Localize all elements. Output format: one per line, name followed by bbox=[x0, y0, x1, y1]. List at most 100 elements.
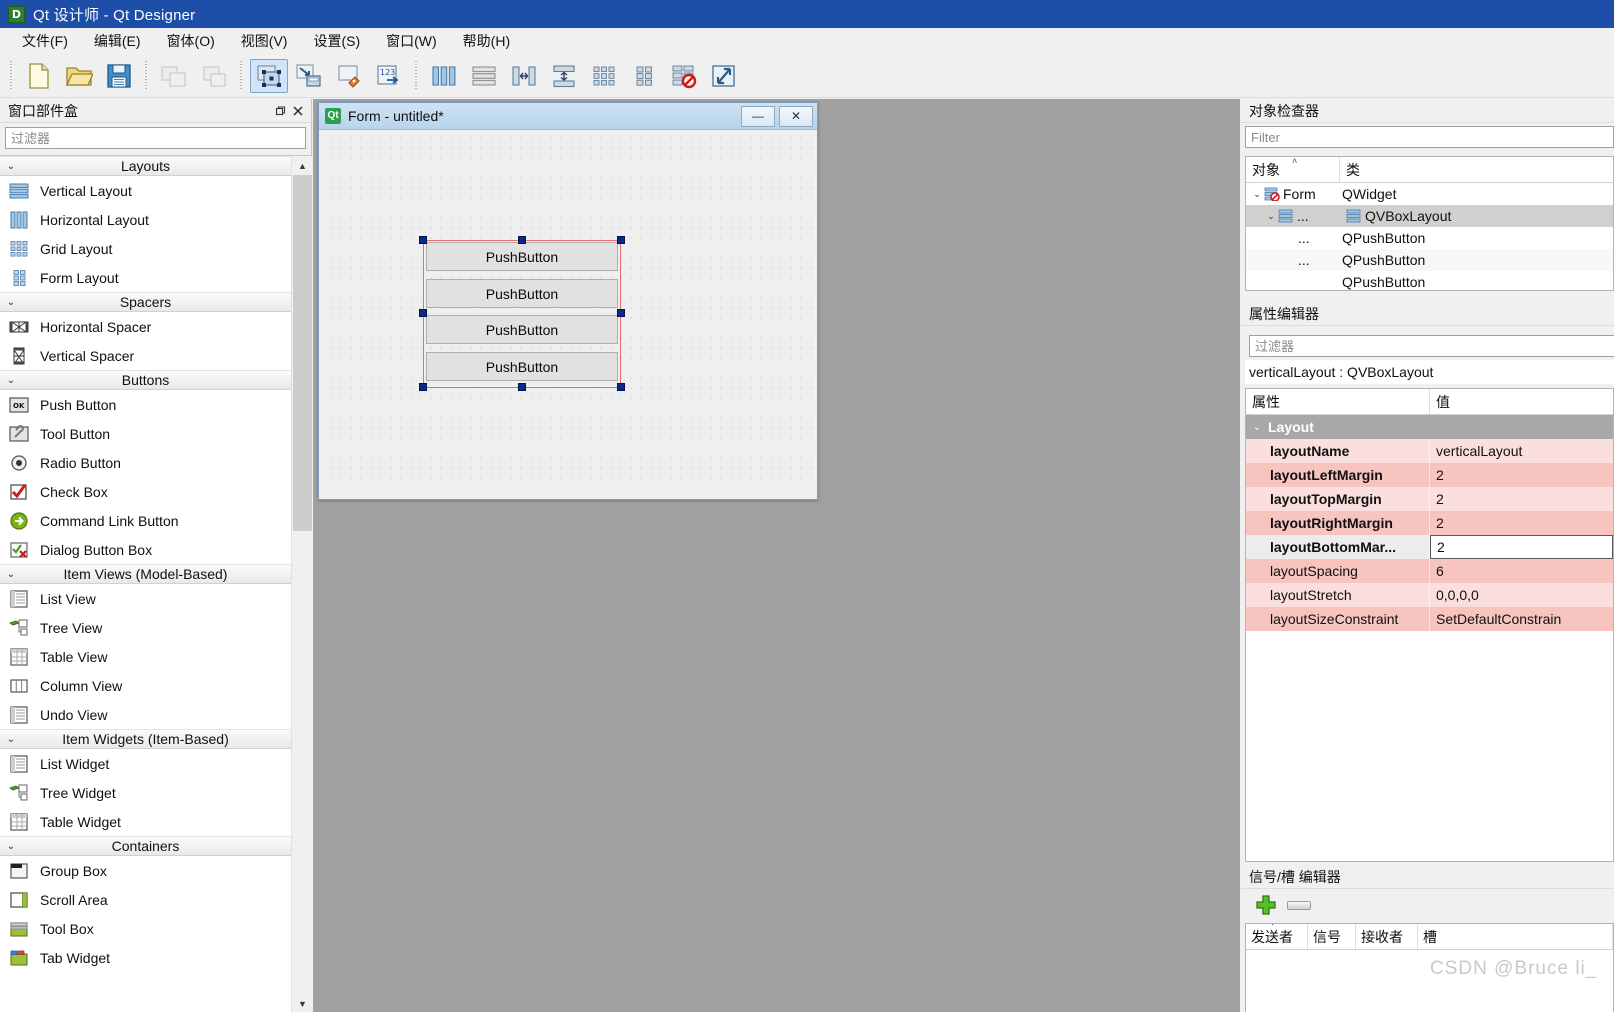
widget-box-filter[interactable] bbox=[5, 127, 306, 149]
adjust-size-button[interactable] bbox=[705, 59, 743, 93]
property-row-layoutbottommargin[interactable]: layoutBottomMar... 2 bbox=[1246, 535, 1613, 559]
property-row-layoutstretch[interactable]: layoutStretch 0,0,0,0 bbox=[1246, 583, 1613, 607]
form-push-button-2[interactable]: PushButton bbox=[426, 279, 618, 308]
widget-item-grid-layout[interactable]: Grid Layout bbox=[0, 234, 291, 263]
widget-category-containers[interactable]: ⌄ Containers bbox=[0, 836, 291, 856]
widget-item-tab-widget[interactable]: Tab Widget bbox=[0, 943, 291, 972]
widget-item-vertical-layout[interactable]: Vertical Layout bbox=[0, 176, 291, 205]
tree-row-pushbutton-3[interactable]: QPushButton bbox=[1246, 271, 1613, 290]
widget-item-dialog-button-box[interactable]: Dialog Button Box bbox=[0, 535, 291, 564]
resize-handle-top-left[interactable] bbox=[419, 236, 427, 244]
minus-icon[interactable] bbox=[1287, 900, 1311, 910]
toolbar-grip-2[interactable] bbox=[143, 60, 150, 91]
tree-row-pushbutton-1[interactable]: ... QPushButton bbox=[1246, 227, 1613, 249]
open-file-button[interactable] bbox=[60, 59, 98, 93]
toolbar-grip-3[interactable] bbox=[238, 60, 245, 91]
widget-item-list-widget[interactable]: List Widget bbox=[0, 749, 291, 778]
float-icon[interactable] bbox=[271, 102, 289, 120]
break-layout-button[interactable] bbox=[665, 59, 703, 93]
tree-row-form[interactable]: ⌄ Form QWidget bbox=[1246, 183, 1613, 205]
resize-handle-top-right[interactable] bbox=[617, 236, 625, 244]
resize-handle-middle-left[interactable] bbox=[419, 309, 427, 317]
scroll-up-icon[interactable]: ▲ bbox=[292, 156, 312, 175]
widget-category-layouts[interactable]: ⌄ Layouts bbox=[0, 156, 291, 176]
property-group-layout[interactable]: ⌄ Layout bbox=[1246, 415, 1613, 439]
property-row-layoutsizeconstraint[interactable]: layoutSizeConstraint SetDefaultConstrain bbox=[1246, 607, 1613, 631]
layout-vertical-splitter-button[interactable] bbox=[545, 59, 583, 93]
property-value[interactable]: 0,0,0,0 bbox=[1430, 583, 1613, 607]
property-value[interactable]: 2 bbox=[1430, 463, 1613, 487]
widget-box-filter-input[interactable] bbox=[11, 130, 300, 146]
layout-vertically-button[interactable] bbox=[465, 59, 503, 93]
property-value[interactable]: 2 bbox=[1430, 487, 1613, 511]
tree-row-pushbutton-2[interactable]: ... QPushButton bbox=[1246, 249, 1613, 271]
resize-handle-bottom-left[interactable] bbox=[419, 383, 427, 391]
widget-item-push-button[interactable]: OK Push Button bbox=[0, 390, 291, 419]
widget-item-command-link-button[interactable]: Command Link Button bbox=[0, 506, 291, 535]
layout-form-button[interactable] bbox=[625, 59, 663, 93]
menu-help[interactable]: 帮助(H) bbox=[451, 28, 522, 54]
edit-signals-slots-button[interactable] bbox=[290, 59, 328, 93]
form-push-button-3[interactable]: PushButton bbox=[426, 315, 618, 344]
widget-category-item-widgets[interactable]: ⌄ Item Widgets (Item-Based) bbox=[0, 729, 291, 749]
widget-item-tree-widget[interactable]: Tree Widget bbox=[0, 778, 291, 807]
menu-file[interactable]: 文件(F) bbox=[10, 28, 80, 54]
widget-item-check-box[interactable]: Check Box bbox=[0, 477, 291, 506]
menu-edit[interactable]: 编辑(E) bbox=[82, 28, 153, 54]
column-header-sender[interactable]: 发送者 ˅ bbox=[1246, 924, 1308, 949]
edit-widgets-button[interactable] bbox=[250, 58, 288, 93]
toolbar-grip-4[interactable] bbox=[413, 60, 420, 91]
layout-horizontal-splitter-button[interactable] bbox=[505, 59, 543, 93]
widget-item-horizontal-spacer[interactable]: Horizontal Spacer bbox=[0, 312, 291, 341]
resize-handle-bottom-center[interactable] bbox=[518, 383, 526, 391]
object-inspector-filter-input[interactable] bbox=[1251, 129, 1608, 145]
form-push-button-4[interactable]: PushButton bbox=[426, 352, 618, 381]
property-value[interactable]: 6 bbox=[1430, 559, 1613, 583]
widget-item-tool-button[interactable]: Tool Button bbox=[0, 419, 291, 448]
menu-form[interactable]: 窗体(O) bbox=[155, 28, 227, 54]
menu-view[interactable]: 视图(V) bbox=[229, 28, 300, 54]
tree-row-vboxlayout[interactable]: ⌄ ... QVBoxLayout bbox=[1246, 205, 1613, 227]
form-minimize-button[interactable]: — bbox=[741, 105, 775, 127]
widget-item-horizontal-layout[interactable]: Horizontal Layout bbox=[0, 205, 291, 234]
menu-window[interactable]: 窗口(W) bbox=[374, 28, 449, 54]
property-row-layouttopmargin[interactable]: layoutTopMargin 2 bbox=[1246, 487, 1613, 511]
menu-settings[interactable]: 设置(S) bbox=[301, 28, 372, 54]
chevron-down-icon[interactable]: ⌄ bbox=[1250, 189, 1264, 200]
widget-item-scroll-area[interactable]: Scroll Area bbox=[0, 885, 291, 914]
scrollbar-thumb[interactable] bbox=[293, 175, 312, 531]
property-row-layoutspacing[interactable]: layoutSpacing 6 bbox=[1246, 559, 1613, 583]
scroll-down-icon[interactable]: ▼ bbox=[292, 994, 312, 1012]
object-inspector-filter[interactable] bbox=[1245, 126, 1614, 148]
form-push-button-1[interactable]: PushButton bbox=[426, 242, 618, 271]
undo-button[interactable] bbox=[155, 59, 193, 93]
new-file-button[interactable] bbox=[20, 59, 58, 93]
widget-item-form-layout[interactable]: Form Layout bbox=[0, 263, 291, 292]
property-editor-filter[interactable] bbox=[1249, 335, 1614, 357]
property-row-layoutrightmargin[interactable]: layoutRightMargin 2 bbox=[1246, 511, 1613, 535]
resize-handle-middle-right[interactable] bbox=[617, 309, 625, 317]
property-row-layoutleftmargin[interactable]: layoutLeftMargin 2 bbox=[1246, 463, 1613, 487]
property-value[interactable]: verticalLayout bbox=[1430, 439, 1613, 463]
widget-item-table-widget[interactable]: Table Widget bbox=[0, 807, 291, 836]
chevron-down-icon[interactable]: ⌄ bbox=[1264, 211, 1278, 222]
column-header-property[interactable]: 属性 bbox=[1246, 389, 1430, 414]
form-canvas[interactable]: PushButton PushButton PushButton PushBut… bbox=[323, 130, 813, 495]
column-header-object[interactable]: 对象 ˄ bbox=[1246, 157, 1340, 182]
widget-item-radio-button[interactable]: Radio Button bbox=[0, 448, 291, 477]
resize-handle-top-center[interactable] bbox=[518, 236, 526, 244]
plus-icon[interactable] bbox=[1255, 894, 1277, 916]
column-header-receiver[interactable]: 接收者 bbox=[1356, 924, 1418, 949]
property-value[interactable]: SetDefaultConstrain bbox=[1430, 607, 1613, 631]
form-close-button[interactable]: ✕ bbox=[779, 105, 813, 127]
widget-box-scrollbar[interactable]: ▲ ▼ bbox=[291, 156, 312, 1012]
close-icon[interactable] bbox=[289, 102, 307, 120]
property-row-layoutname[interactable]: layoutName verticalLayout bbox=[1246, 439, 1613, 463]
column-header-signal[interactable]: 信号 bbox=[1308, 924, 1356, 949]
object-inspector-tree[interactable]: 对象 ˄ 类 ⌄ Form QWidget ⌄ ... QVBoxLayout … bbox=[1245, 156, 1614, 291]
scrollbar-track[interactable] bbox=[292, 175, 312, 994]
column-header-value[interactable]: 值 bbox=[1430, 389, 1450, 414]
widget-item-tree-view[interactable]: Tree View bbox=[0, 613, 291, 642]
widget-category-item-views[interactable]: ⌄ Item Views (Model-Based) bbox=[0, 564, 291, 584]
widget-item-group-box[interactable]: Group Box bbox=[0, 856, 291, 885]
